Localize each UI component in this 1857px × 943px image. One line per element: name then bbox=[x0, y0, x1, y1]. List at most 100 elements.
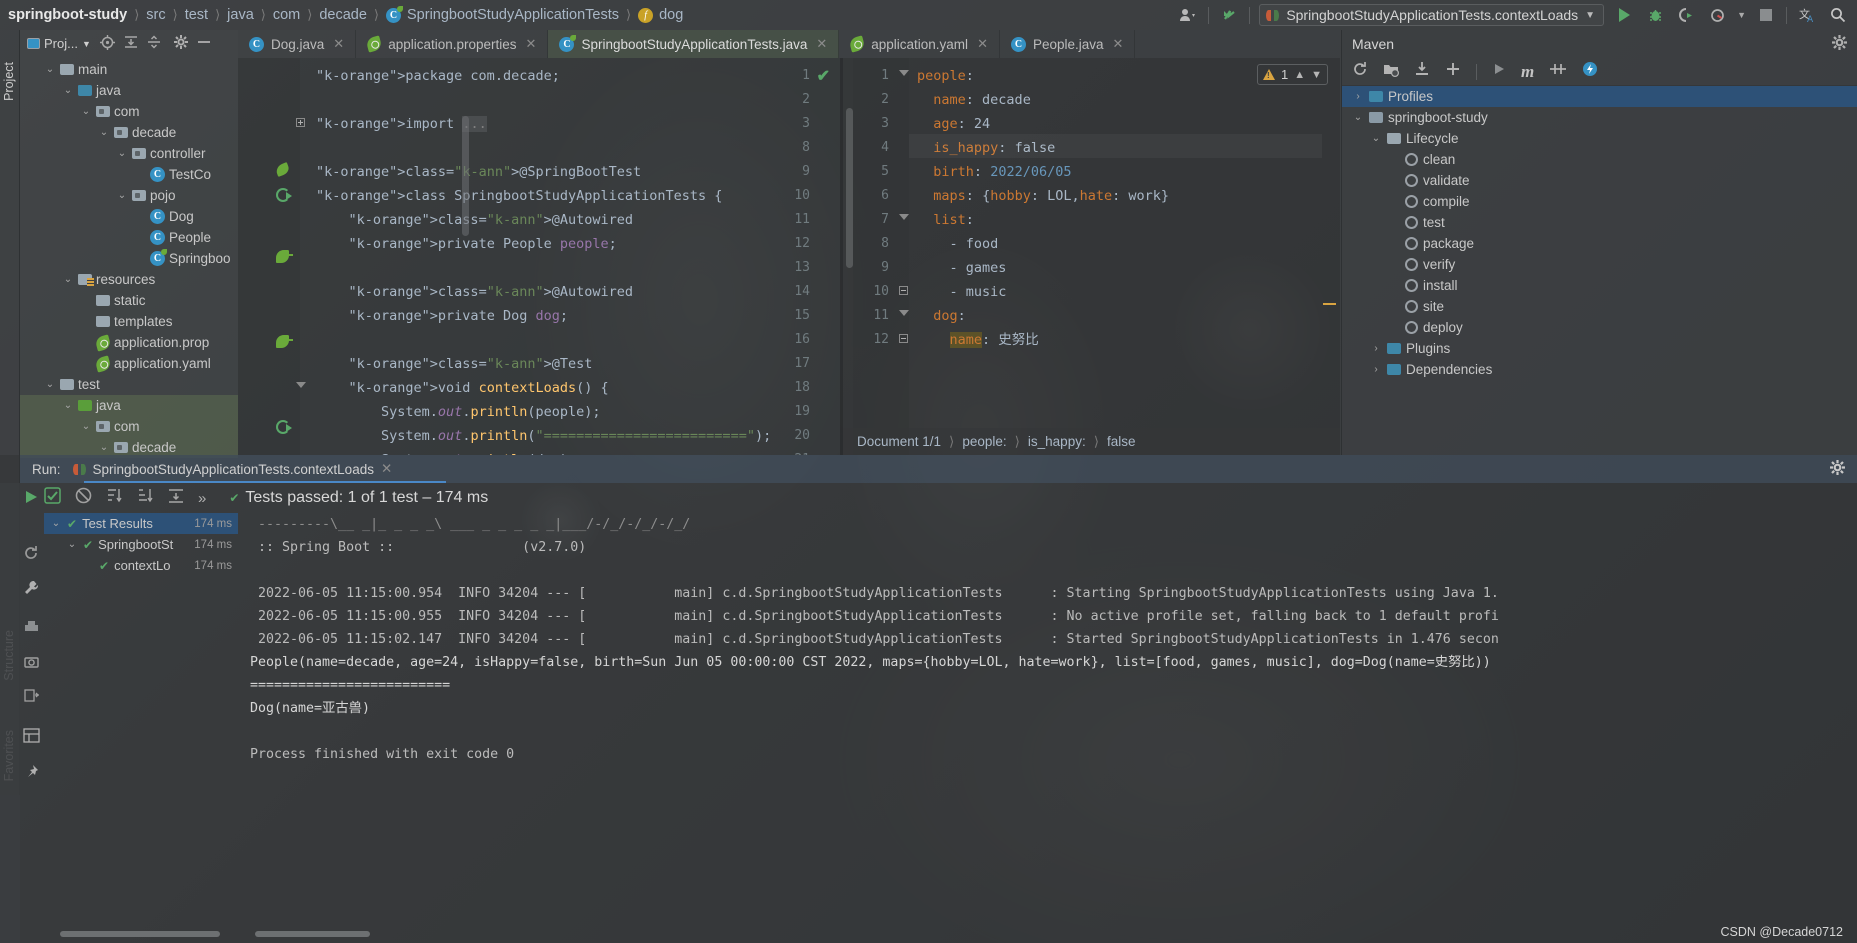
camera-icon[interactable] bbox=[24, 654, 44, 674]
tool-window-button-project[interactable]: Project bbox=[2, 62, 16, 101]
download-sources-icon[interactable] bbox=[1414, 61, 1430, 82]
rerun-failed-icon[interactable] bbox=[23, 545, 44, 566]
yaml-line[interactable]: people: bbox=[917, 64, 974, 88]
close-icon[interactable]: ✕ bbox=[526, 36, 537, 52]
collapse-fold-icon[interactable] bbox=[899, 310, 909, 316]
maven-tree-item-install[interactable]: install bbox=[1342, 275, 1857, 296]
project-tree-item-controller[interactable]: ⌄ controller bbox=[20, 143, 238, 164]
settings-icon[interactable] bbox=[173, 35, 188, 52]
editor-tab-people-java[interactable]: C People.java ✕ bbox=[1000, 30, 1136, 58]
breadcrumb-item-field[interactable]: dog bbox=[659, 7, 683, 23]
maven-tree-item-compile[interactable]: compile bbox=[1342, 191, 1857, 212]
project-tree-item-application-prop[interactable]: application.prop bbox=[20, 332, 238, 353]
editor-tab-bar[interactable]: C Dog.java ✕ application.properties ✕ C Spring… bbox=[238, 30, 1340, 58]
expand-fold-icon[interactable] bbox=[296, 118, 305, 127]
expand-collapse-icon[interactable] bbox=[168, 488, 184, 509]
reload-icon[interactable] bbox=[1352, 61, 1368, 82]
console-horizontal-scrollbar[interactable] bbox=[255, 931, 370, 937]
breadcrumb-item-src[interactable]: src bbox=[146, 7, 165, 23]
project-tree-item-com[interactable]: ⌄ com bbox=[20, 101, 238, 122]
project-tree-item-springboo[interactable]: C Springboo bbox=[20, 248, 238, 269]
project-scrollbar[interactable] bbox=[462, 116, 469, 236]
chevron-up-icon[interactable]: ▲ bbox=[1294, 69, 1305, 81]
wrench-icon[interactable] bbox=[23, 580, 44, 602]
run-icon[interactable] bbox=[1613, 4, 1635, 26]
yaml-line[interactable]: age: 24 bbox=[917, 112, 990, 136]
chevron-down-icon[interactable]: ⌄ bbox=[50, 518, 62, 529]
test-results-tree[interactable]: ⌄ ✔ Test Results 174 ms ⌄ ✔ SpringbootSt 174 ms… bbox=[44, 513, 238, 576]
chevron-down-icon[interactable]: ⌄ bbox=[44, 64, 56, 75]
print-icon[interactable] bbox=[24, 620, 44, 640]
chevron-down-icon[interactable]: ⌄ bbox=[62, 274, 74, 285]
inspection-warning-badge[interactable]: 1 ▲ ▼ bbox=[1256, 64, 1328, 85]
gear-icon[interactable] bbox=[1832, 35, 1847, 53]
editor-tab-application-yaml[interactable]: application.yaml ✕ bbox=[839, 30, 1000, 58]
editor-tab-springbootstudyapplicationtests-java[interactable]: C SpringbootStudyApplicationTests.java ✕ bbox=[548, 30, 840, 58]
hide-icon[interactable] bbox=[197, 35, 211, 52]
show-passed-icon[interactable] bbox=[44, 487, 61, 509]
chevron-down-icon[interactable]: ⌄ bbox=[1370, 133, 1382, 144]
collapse-fold-icon[interactable] bbox=[296, 382, 306, 388]
test-tree-item-springbootst[interactable]: ⌄ ✔ SpringbootSt 174 ms bbox=[44, 534, 238, 555]
chevron-down-icon[interactable]: ⌄ bbox=[116, 190, 128, 201]
chevron-down-icon[interactable]: ⌄ bbox=[62, 400, 74, 411]
project-tree-item-people[interactable]: C People bbox=[20, 227, 238, 248]
yaml-breadcrumb-people[interactable]: people: bbox=[962, 434, 1006, 449]
sort-by-duration-icon[interactable] bbox=[137, 487, 154, 509]
collapse-all-icon[interactable] bbox=[147, 35, 161, 52]
code-line[interactable]: "k-orange">void contextLoads() { bbox=[316, 376, 609, 400]
layout-icon[interactable] bbox=[23, 728, 44, 748]
search-icon[interactable] bbox=[1827, 4, 1849, 26]
fold-end-icon[interactable] bbox=[899, 286, 908, 295]
run-icon[interactable] bbox=[1492, 62, 1506, 81]
code-line[interactable]: "k-orange">class="k-ann">@Test bbox=[316, 352, 593, 376]
project-tree-item-test[interactable]: ⌄ test bbox=[20, 374, 238, 395]
editor-tab-dog-java[interactable]: C Dog.java ✕ bbox=[238, 30, 357, 58]
breadcrumb-item-project[interactable]: springboot-study bbox=[8, 7, 127, 23]
close-icon[interactable]: ✕ bbox=[381, 461, 392, 477]
run-test-gutter-icon[interactable] bbox=[276, 188, 292, 202]
editor-tab-application-properties[interactable]: application.properties ✕ bbox=[356, 30, 549, 58]
vcs-update-icon[interactable] bbox=[1218, 4, 1240, 26]
maven-tree-item-lifecycle[interactable]: ⌄ Lifecycle bbox=[1342, 128, 1857, 149]
project-tree-item-decade[interactable]: ⌄ decade bbox=[20, 122, 238, 143]
close-icon[interactable]: ✕ bbox=[816, 36, 827, 52]
chevron-down-icon[interactable]: ⌄ bbox=[62, 85, 74, 96]
maven-tree-item-verify[interactable]: verify bbox=[1342, 254, 1857, 275]
project-tree[interactable]: ⌄ main ⌄ java ⌄ com ⌄ decade ⌄ controller C TestCo ⌄… bbox=[20, 57, 238, 458]
maven-tree-item-dependencies[interactable]: › Dependencies bbox=[1342, 359, 1857, 380]
breadcrumb-item-com[interactable]: com bbox=[273, 7, 300, 23]
project-tree-item-dog[interactable]: C Dog bbox=[20, 206, 238, 227]
code-line[interactable]: System.out.println(people); bbox=[316, 400, 601, 424]
project-tree-item-testco[interactable]: C TestCo bbox=[20, 164, 238, 185]
maven-tree-item-validate[interactable]: validate bbox=[1342, 170, 1857, 191]
code-line[interactable]: "k-orange">class="k-ann">@SpringBootTest bbox=[316, 160, 641, 184]
fold-end-icon[interactable] bbox=[899, 334, 908, 343]
test-tree-item-contextlo[interactable]: ✔ contextLo 174 ms bbox=[44, 555, 238, 576]
project-tree-item-pojo[interactable]: ⌄ pojo bbox=[20, 185, 238, 206]
chevron-down-icon[interactable]: ⌄ bbox=[44, 379, 56, 390]
breadcrumb-item-class[interactable]: SpringbootStudyApplicationTests bbox=[407, 7, 619, 23]
maven-tree-item-package[interactable]: package bbox=[1342, 233, 1857, 254]
run-with-coverage-icon[interactable] bbox=[1675, 4, 1697, 26]
gear-icon[interactable] bbox=[1830, 460, 1845, 478]
java-code-content[interactable]: 1 "k-orange">package com.decade; 2 3 "k-oran… bbox=[238, 58, 840, 455]
debug-icon[interactable] bbox=[1644, 4, 1666, 26]
project-tree-item-main[interactable]: ⌄ main bbox=[20, 59, 238, 80]
code-line[interactable]: System.out.println("====================… bbox=[316, 424, 771, 448]
code-line[interactable]: "k-orange">class="k-ann">@Autowired bbox=[316, 280, 634, 304]
code-line[interactable]: "k-orange">package com.decade; bbox=[316, 64, 560, 88]
editor-gutter[interactable] bbox=[238, 58, 300, 455]
chevron-down-icon[interactable]: ⌄ bbox=[116, 148, 128, 159]
maven-tree-item-test[interactable]: test bbox=[1342, 212, 1857, 233]
chevron-down-icon[interactable]: ⌄ bbox=[98, 127, 110, 138]
yaml-breadcrumb-is-happy[interactable]: is_happy: bbox=[1028, 434, 1086, 449]
more-options-icon[interactable]: » bbox=[198, 490, 207, 507]
chevron-down-icon[interactable]: ⌄ bbox=[80, 106, 92, 117]
maven-tree-item-deploy[interactable]: deploy bbox=[1342, 317, 1857, 338]
locate-icon[interactable] bbox=[99, 34, 115, 53]
collapse-fold-icon[interactable] bbox=[899, 70, 909, 76]
yaml-line[interactable]: - music bbox=[917, 280, 1007, 304]
project-view-selector[interactable]: Proj... ▼ bbox=[27, 36, 91, 51]
run-test-gutter-icon[interactable] bbox=[276, 420, 292, 434]
